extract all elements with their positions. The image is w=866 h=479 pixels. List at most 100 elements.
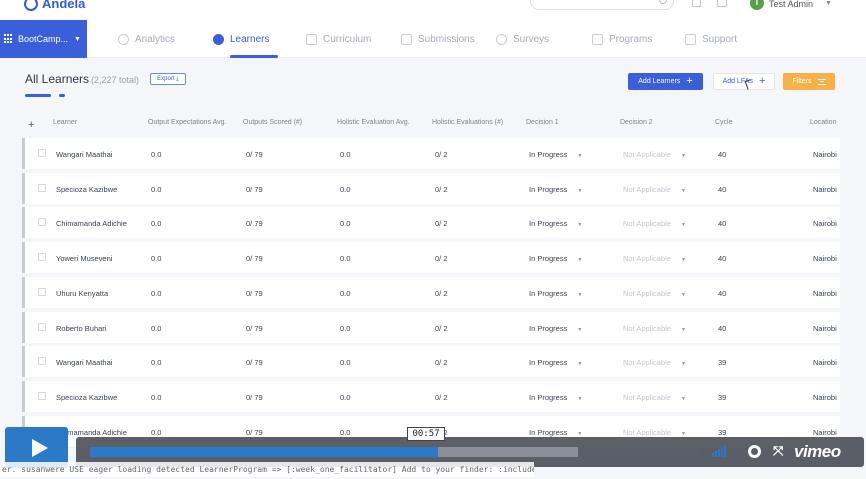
tab-label: Support — [702, 33, 738, 45]
table-row[interactable]: Wangari Maathai 0.0 0/ 79 0.0 0/ 2 In Progres… — [22, 138, 840, 169]
cell-outputs-scored-text: 0/ 79 — [246, 184, 263, 194]
tab-surveys[interactable]: Surveys — [496, 20, 549, 58]
column-header-decision-1[interactable]: Decision 1 — [526, 119, 559, 126]
table-row[interactable]: Chimamanda Adichie 0.0 0/ 79 0.0 0/ 2 In Prog… — [22, 207, 840, 239]
row-checkbox[interactable] — [38, 183, 46, 192]
cell-holistic-avg: 0.0 — [340, 393, 350, 402]
cell-holistic-count-text: 0/ 2 — [435, 392, 448, 402]
column-header-location[interactable]: Location — [810, 119, 836, 126]
cell-decision-2[interactable]: Not Applicable ▼ — [623, 358, 686, 367]
cell-holistic-avg: 0.0 — [340, 428, 350, 437]
cell-cycle: 39 — [718, 428, 726, 437]
cell-decision-1[interactable]: In Progress ▼ — [529, 150, 582, 159]
user-name[interactable]: Test Admin — [769, 0, 813, 9]
cell-decision-2[interactable]: Not Applicable ▼ — [623, 185, 686, 194]
cell-holistic-avg-text: 0.0 — [340, 150, 351, 159]
tab-submissions[interactable]: Submissions — [401, 20, 475, 58]
filters-button[interactable]: Filters — [783, 73, 835, 90]
search-input[interactable] — [530, 0, 674, 10]
table-row[interactable]: Specioza Kazibwe 0.0 0/ 79 0.0 0/ 2 In Progre… — [22, 172, 840, 204]
cell-location-text: Nairobi — [813, 392, 837, 402]
andela-logo[interactable]: Andela — [24, 0, 85, 11]
cell-location-text: Nairobi — [813, 288, 837, 298]
cell-holistic-avg: 0.0 — [340, 358, 350, 367]
table-row[interactable]: Roberto Buhari 0.0 0/ 79 0.0 0/ 2 In Progress… — [22, 311, 840, 343]
cell-decision-1[interactable]: In Progress ▼ — [529, 185, 582, 194]
video-progress-bar[interactable] — [90, 447, 700, 457]
chevron-down-icon: ▼ — [577, 187, 583, 194]
cell-holistic-avg: 0.0 — [340, 219, 350, 228]
tab-label: Curriculum — [323, 33, 372, 45]
column-header-learner[interactable]: Learner — [53, 119, 77, 126]
column-header-holistic-count[interactable]: Holistic Evaluations (#) — [432, 119, 503, 126]
table-row[interactable]: Uhuru Kenyatta 0.0 0/ 79 0.0 0/ 2 In Progress… — [22, 276, 840, 308]
cell-output-expectations: 0.0 — [151, 219, 161, 228]
chevron-down-icon: ▼ — [577, 430, 583, 437]
cell-decision-1[interactable]: In Progress ▼ — [529, 428, 582, 437]
cell-decision-1-text: In Progress — [529, 392, 568, 402]
page-title-text: All Learners — [25, 72, 90, 86]
bootcamp-selector[interactable]: BootCamp... ▼ — [0, 20, 87, 58]
tab-curriculum[interactable]: Curriculum — [306, 20, 371, 58]
chevron-down-icon: ▼ — [74, 35, 81, 43]
search-icon[interactable] — [659, 0, 667, 4]
cell-output-expectations: 0.0 — [151, 150, 161, 159]
cell-decision-1[interactable]: In Progress ▼ — [529, 289, 582, 298]
add-learners-button[interactable]: Add Learners + — [628, 73, 703, 90]
column-header-outputs-scored[interactable]: Outputs Scored (#) — [243, 119, 302, 126]
main-nav: BootCamp... ▼ Analytics Learners Curricu… — [0, 20, 866, 58]
cell-decision-1-text: In Progress — [529, 323, 568, 333]
cell-holistic-avg-text: 0.0 — [340, 184, 351, 194]
row-checkbox[interactable] — [38, 149, 46, 157]
cell-decision-2[interactable]: Not Applicable ▼ — [623, 254, 686, 263]
chevron-down-icon[interactable]: ▼ — [825, 0, 832, 7]
table-row[interactable]: Yoweri Museveni 0.0 0/ 79 0.0 0/ 2 In Progres… — [22, 242, 840, 274]
row-checkbox[interactable] — [38, 218, 46, 227]
cell-decision-2[interactable]: Not Applicable ▼ — [623, 289, 686, 298]
cell-decision-2[interactable]: Not Applicable ▼ — [623, 150, 686, 159]
cell-output-expectations: 0.0 — [151, 254, 161, 263]
add-column-icon[interactable]: + — [28, 119, 34, 131]
cell-holistic-avg-text: 0.0 — [340, 254, 351, 264]
tab-programs[interactable]: Programs — [592, 20, 652, 58]
tab-support[interactable]: Support — [685, 20, 737, 58]
cell-outputs-scored-text: 0/ 79 — [246, 427, 263, 437]
vimeo-logo[interactable]: vimeo — [794, 442, 841, 462]
row-checkbox[interactable] — [38, 253, 46, 262]
messages-icon[interactable] — [717, 0, 727, 7]
cell-learner: Specioza Kazibwe — [56, 393, 117, 402]
gear-icon[interactable] — [748, 445, 761, 458]
export-button[interactable]: Export ⤓ — [150, 73, 186, 85]
fullscreen-icon[interactable]: ⤧ — [773, 444, 785, 457]
row-checkbox[interactable] — [38, 391, 46, 400]
tab-learners[interactable]: Learners — [213, 20, 269, 58]
chevron-down-icon: ▼ — [577, 326, 583, 333]
cell-decision-2[interactable]: Not Applicable ▼ — [623, 324, 686, 333]
column-header-cycle[interactable]: Cycle — [715, 119, 733, 126]
table-row[interactable]: Wangari Maathai 0.0 0/ 79 0.0 0/ 2 In Progres… — [22, 346, 840, 378]
avatar[interactable]: T — [750, 0, 764, 10]
column-header-decision-2[interactable]: Decision 2 — [620, 119, 653, 126]
row-checkbox[interactable] — [38, 357, 46, 366]
column-header-holistic-avg[interactable]: Holistic Evaluation Avg. — [337, 119, 410, 126]
cell-decision-1[interactable]: In Progress ▼ — [529, 393, 582, 402]
cell-decision-1[interactable]: In Progress ▼ — [529, 358, 582, 367]
row-checkbox[interactable] — [38, 322, 46, 331]
volume-icon[interactable] — [712, 445, 726, 457]
table-row[interactable]: Specioza Kazibwe 0.0 0/ 79 0.0 0/ 2 In Progre… — [22, 380, 840, 412]
cell-decision-2[interactable]: Not Applicable ▼ — [623, 393, 686, 402]
row-checkbox[interactable] — [38, 287, 46, 296]
cell-decision-1[interactable]: In Progress ▼ — [529, 254, 582, 263]
cell-decision-1[interactable]: In Progress ▼ — [529, 324, 582, 333]
cell-decision-2-text: Not Applicable — [623, 392, 671, 402]
cell-decision-2[interactable]: Not Applicable ▼ — [623, 428, 686, 437]
title-underline — [25, 94, 51, 97]
tab-label: Programs — [609, 33, 653, 45]
cell-decision-2[interactable]: Not Applicable ▼ — [623, 219, 686, 228]
cell-learner-text: Specioza Kazibwe — [56, 184, 118, 194]
column-header-output-expectations[interactable]: Output Expectations Avg. — [148, 119, 226, 126]
cell-decision-1[interactable]: In Progress ▼ — [529, 219, 582, 228]
notification-bell-icon[interactable] — [692, 0, 701, 7]
cell-learner: Chimamanda Adichie — [56, 219, 127, 228]
tab-analytics[interactable]: Analytics — [118, 20, 175, 58]
